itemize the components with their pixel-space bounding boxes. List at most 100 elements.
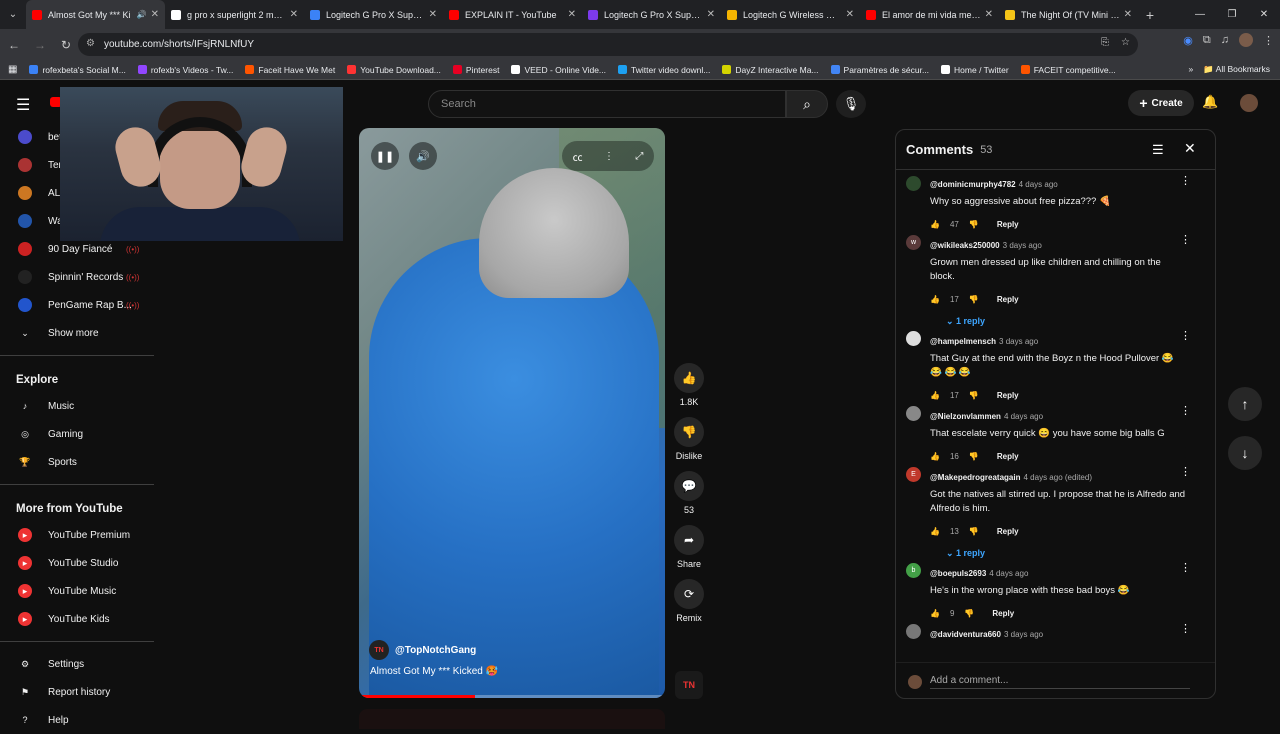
dislike-button[interactable]: 👎 [674, 417, 704, 447]
progress-bar[interactable] [359, 695, 665, 698]
channel-link[interactable]: TN @TopNotchGang [369, 640, 476, 660]
comment-dislike-icon[interactable]: 👎 [969, 527, 979, 536]
comment-author[interactable]: @Nielzonvlammen [930, 412, 1001, 421]
comment-author-avatar[interactable] [906, 176, 921, 191]
search-input[interactable]: Search [428, 90, 786, 118]
close-window-icon[interactable]: ✕ [1248, 0, 1280, 29]
comment-like-icon[interactable]: 👍 [930, 391, 940, 400]
comment-dislike-icon[interactable]: 👎 [969, 452, 979, 461]
site-info-icon[interactable]: ⚙ [86, 38, 95, 49]
browser-tab[interactable]: The Night Of (TV Mini Se ✕ [999, 0, 1138, 29]
sidebar-item-youtube-app[interactable]: ▸ YouTube Music [0, 577, 154, 605]
address-bar[interactable]: ⚙ youtube.com/shorts/IFsjRNLNfUY ⎘ ☆ [78, 33, 1138, 56]
comment-dislike-icon[interactable]: 👎 [969, 295, 979, 304]
sidebar-item-explore[interactable]: ◎ Gaming [0, 420, 154, 448]
sidebar-item-youtube-app[interactable]: ▸ YouTube Studio [0, 549, 154, 577]
reload-icon[interactable]: ↻ [54, 33, 78, 57]
browser-tab[interactable]: Logitech G Pro X Superlig ✕ [304, 0, 443, 29]
more-options-icon[interactable]: ⋮ [604, 151, 614, 162]
bookmark-star-icon[interactable]: ☆ [1121, 37, 1130, 48]
bookmark-item[interactable]: DayZ Interactive Ma... [722, 65, 819, 75]
bookmark-item[interactable]: rofexbeta's Social M... [29, 65, 126, 75]
comment-author[interactable]: @davidventura660 [930, 630, 1001, 639]
close-tab-icon[interactable]: ✕ [568, 9, 576, 20]
view-replies-button[interactable]: ⌄ 1 reply [946, 548, 1187, 559]
close-tab-icon[interactable]: ✕ [151, 9, 159, 20]
sort-icon[interactable]: ☰ [1152, 142, 1164, 158]
comment-like-icon[interactable]: 👍 [930, 609, 940, 618]
comment-like-icon[interactable]: 👍 [930, 295, 940, 304]
user-avatar[interactable] [1240, 94, 1258, 112]
captions-icon[interactable]: ㏄ [573, 149, 583, 164]
comment-dislike-icon[interactable]: 👎 [969, 220, 979, 229]
next-short-button[interactable]: ↓ [1228, 436, 1262, 470]
volume-button[interactable]: 🔊 [409, 142, 437, 170]
bookmark-item[interactable]: Faceit Have We Met [245, 65, 335, 75]
tab-search-icon[interactable]: ⌄ [0, 0, 26, 29]
bookmark-item[interactable]: Paramètres de sécur... [830, 65, 929, 75]
sound-source-avatar[interactable]: TN [675, 671, 703, 699]
comment-author-avatar[interactable] [906, 406, 921, 421]
sidebar-item-settings[interactable]: ⚙ Settings [0, 650, 154, 678]
reply-button[interactable]: Reply [992, 609, 1014, 618]
close-tab-icon[interactable]: ✕ [429, 9, 437, 20]
reply-button[interactable]: Reply [997, 391, 1019, 400]
like-button[interactable]: 👍 [674, 363, 704, 393]
maximize-icon[interactable]: ❐ [1216, 0, 1248, 29]
comment-menu-icon[interactable]: ⋮ [1180, 174, 1191, 187]
comment-dislike-icon[interactable]: 👎 [969, 391, 979, 400]
comment-author[interactable]: @dominicmurphy4782 [930, 180, 1016, 189]
create-button[interactable]: + Create [1128, 90, 1194, 116]
forward-icon[interactable]: → [28, 33, 52, 57]
bookmark-item[interactable]: Pinterest [452, 65, 499, 75]
minimize-icon[interactable]: — [1184, 0, 1216, 29]
comments-list[interactable]: @dominicmurphy4782 4 days ago ⋮ Why so aggr… [896, 172, 1215, 662]
reply-button[interactable]: Reply [997, 452, 1019, 461]
reply-button[interactable]: Reply [997, 220, 1019, 229]
search-button[interactable]: ⌕ [786, 90, 828, 118]
media-control-icon[interactable]: ♫ [1221, 34, 1229, 46]
voice-search-button[interactable]: 🎙 [836, 90, 866, 118]
reply-button[interactable]: Reply [997, 295, 1019, 304]
all-bookmarks-folder[interactable]: 📁 All Bookmarks [1203, 64, 1270, 75]
sidebar-item-subscription[interactable]: PenGame Rap B... ((•)) [0, 291, 154, 319]
comment-menu-icon[interactable]: ⋮ [1180, 465, 1191, 478]
close-tab-icon[interactable]: ✕ [1124, 9, 1132, 20]
comment-menu-icon[interactable]: ⋮ [1180, 622, 1191, 635]
browser-tab[interactable]: El amor de mi vida me in ✕ [860, 0, 999, 29]
comment-menu-icon[interactable]: ⋮ [1180, 404, 1191, 417]
previous-short-button[interactable]: ↑ [1228, 387, 1262, 421]
sidebar-item-help[interactable]: ? Help [0, 706, 154, 734]
add-comment-input[interactable]: Add a comment... [930, 675, 1190, 689]
bookmark-item[interactable]: rofexb's Videos - Tw... [137, 65, 233, 75]
reply-button[interactable]: Reply [997, 527, 1019, 536]
comments-button[interactable]: 💬 [674, 471, 704, 501]
browser-tab[interactable]: EXPLAIN IT - YouTube ✕ [443, 0, 582, 29]
channel-name[interactable]: @TopNotchGang [395, 645, 476, 656]
apps-grid-icon[interactable]: ▦ [8, 64, 17, 75]
pause-button[interactable]: ❚❚ [371, 142, 399, 170]
install-app-icon[interactable]: ⎘ [1101, 37, 1109, 48]
extension-icon[interactable]: ◉ [1183, 34, 1193, 47]
close-tab-icon[interactable]: ✕ [290, 9, 298, 20]
comment-author-avatar[interactable] [906, 331, 921, 346]
sidebar-item-subscription[interactable]: Spinnin' Records ((•)) [0, 263, 154, 291]
close-icon[interactable]: ✕ [1184, 140, 1196, 157]
comment-author-avatar[interactable] [906, 624, 921, 639]
sidebar-item-explore[interactable]: ♪ Music [0, 392, 154, 420]
short-video-player[interactable]: ❚❚ 🔊 ㏄ ⋮ ⤢ TN @TopNotchGang Almost Got M… [359, 128, 665, 698]
remix-button[interactable]: ⟳ [674, 579, 704, 609]
show-more-button[interactable]: ⌄ Show more [0, 319, 154, 347]
browser-tab[interactable]: Almost Got My *** Ki 🔊 ✕ [26, 0, 165, 29]
comment-author[interactable]: @hampelmensch [930, 337, 996, 346]
browser-tab[interactable]: g pro x superlight 2 mano ✕ [165, 0, 304, 29]
fullscreen-icon[interactable]: ⤢ [635, 151, 643, 162]
close-tab-icon[interactable]: ✕ [985, 9, 993, 20]
comment-author[interactable]: @wikileaks250000 [930, 241, 1000, 250]
profile-avatar[interactable] [1239, 33, 1253, 47]
hamburger-menu-icon[interactable]: ☰ [16, 95, 30, 115]
browser-tab[interactable]: Logitech G Pro X Superlig ✕ [582, 0, 721, 29]
comment-like-icon[interactable]: 👍 [930, 452, 940, 461]
bookmark-item[interactable]: FACEIT competitive... [1020, 65, 1116, 75]
audio-playing-icon[interactable]: 🔊 [137, 10, 147, 19]
